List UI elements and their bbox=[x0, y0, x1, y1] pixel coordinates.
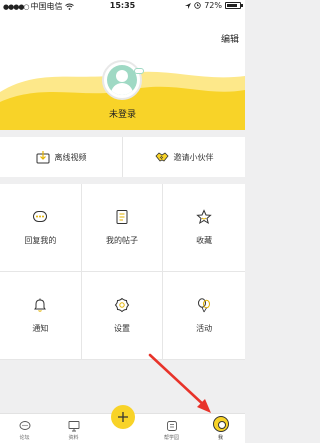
menu-grid: 回复我的 我的帖子 收藏 通知 设置 活动 bbox=[0, 184, 245, 360]
school-icon bbox=[166, 421, 177, 431]
alarm-icon bbox=[194, 2, 201, 9]
plus-icon bbox=[111, 405, 135, 429]
edit-button[interactable]: 编辑 bbox=[221, 32, 239, 45]
tab-label: 我 bbox=[217, 435, 223, 441]
grid-item-events[interactable]: 活动 bbox=[163, 272, 245, 360]
offline-video-label: 离线视频 bbox=[54, 152, 87, 162]
grid-item-favorites[interactable]: 收藏 bbox=[163, 184, 245, 272]
profile-header: 编辑 未登录 bbox=[0, 12, 245, 130]
chat-bubble-icon bbox=[33, 211, 48, 222]
grid-label: 通知 bbox=[32, 324, 49, 333]
tab-school[interactable]: 帮学园 bbox=[147, 414, 196, 443]
download-box-icon bbox=[36, 151, 49, 164]
tab-label: 资料 bbox=[68, 435, 79, 441]
location-icon bbox=[185, 2, 192, 9]
invite-friends-label: 邀请小伙伴 bbox=[173, 152, 214, 162]
default-user-icon bbox=[107, 65, 137, 95]
battery-percent: 72% bbox=[204, 1, 222, 10]
tab-materials[interactable]: 资料 bbox=[49, 414, 98, 443]
me-icon bbox=[212, 416, 229, 432]
bottom-tab-bar: 论坛 资料 帮学园 我 bbox=[0, 405, 245, 443]
tab-me[interactable]: 我 bbox=[196, 414, 245, 443]
invite-friends-button[interactable]: 邀请小伙伴 bbox=[122, 137, 245, 177]
grid-label: 设置 bbox=[113, 324, 130, 333]
status-bar: ●●●●○ 中国电信 15:35 72% bbox=[0, 0, 245, 12]
tab-label: 帮学园 bbox=[163, 435, 179, 441]
quick-actions: 离线视频 邀请小伙伴 bbox=[0, 137, 245, 177]
star-icon bbox=[196, 209, 212, 225]
grid-label: 回复我的 bbox=[24, 236, 57, 245]
tab-post[interactable] bbox=[98, 405, 147, 443]
grid-item-my-posts[interactable]: 我的帖子 bbox=[81, 184, 164, 272]
chat-icon bbox=[19, 421, 30, 430]
grid-label: 我的帖子 bbox=[105, 236, 138, 245]
offline-video-button[interactable]: 离线视频 bbox=[0, 137, 122, 177]
grid-item-notifications[interactable]: 通知 bbox=[0, 272, 82, 360]
tab-forum[interactable]: 论坛 bbox=[0, 414, 49, 443]
status-right: 72% bbox=[185, 1, 243, 10]
battery-icon bbox=[225, 2, 243, 9]
grid-item-replies[interactable]: 回复我的 bbox=[0, 184, 82, 272]
document-icon bbox=[116, 210, 128, 224]
avatar[interactable] bbox=[102, 60, 144, 100]
handshake-icon bbox=[154, 152, 169, 162]
bell-icon bbox=[34, 298, 47, 312]
grid-item-settings[interactable]: 设置 bbox=[81, 272, 164, 360]
tab-label: 论坛 bbox=[19, 435, 30, 441]
grid-label: 收藏 bbox=[196, 236, 213, 245]
monitor-icon bbox=[68, 421, 79, 432]
balloon-icon bbox=[198, 298, 211, 313]
login-status-label[interactable]: 未登录 bbox=[0, 107, 245, 120]
avatar-badge bbox=[134, 68, 144, 74]
settings-flower-icon bbox=[114, 297, 130, 313]
grid-label: 活动 bbox=[196, 324, 213, 333]
